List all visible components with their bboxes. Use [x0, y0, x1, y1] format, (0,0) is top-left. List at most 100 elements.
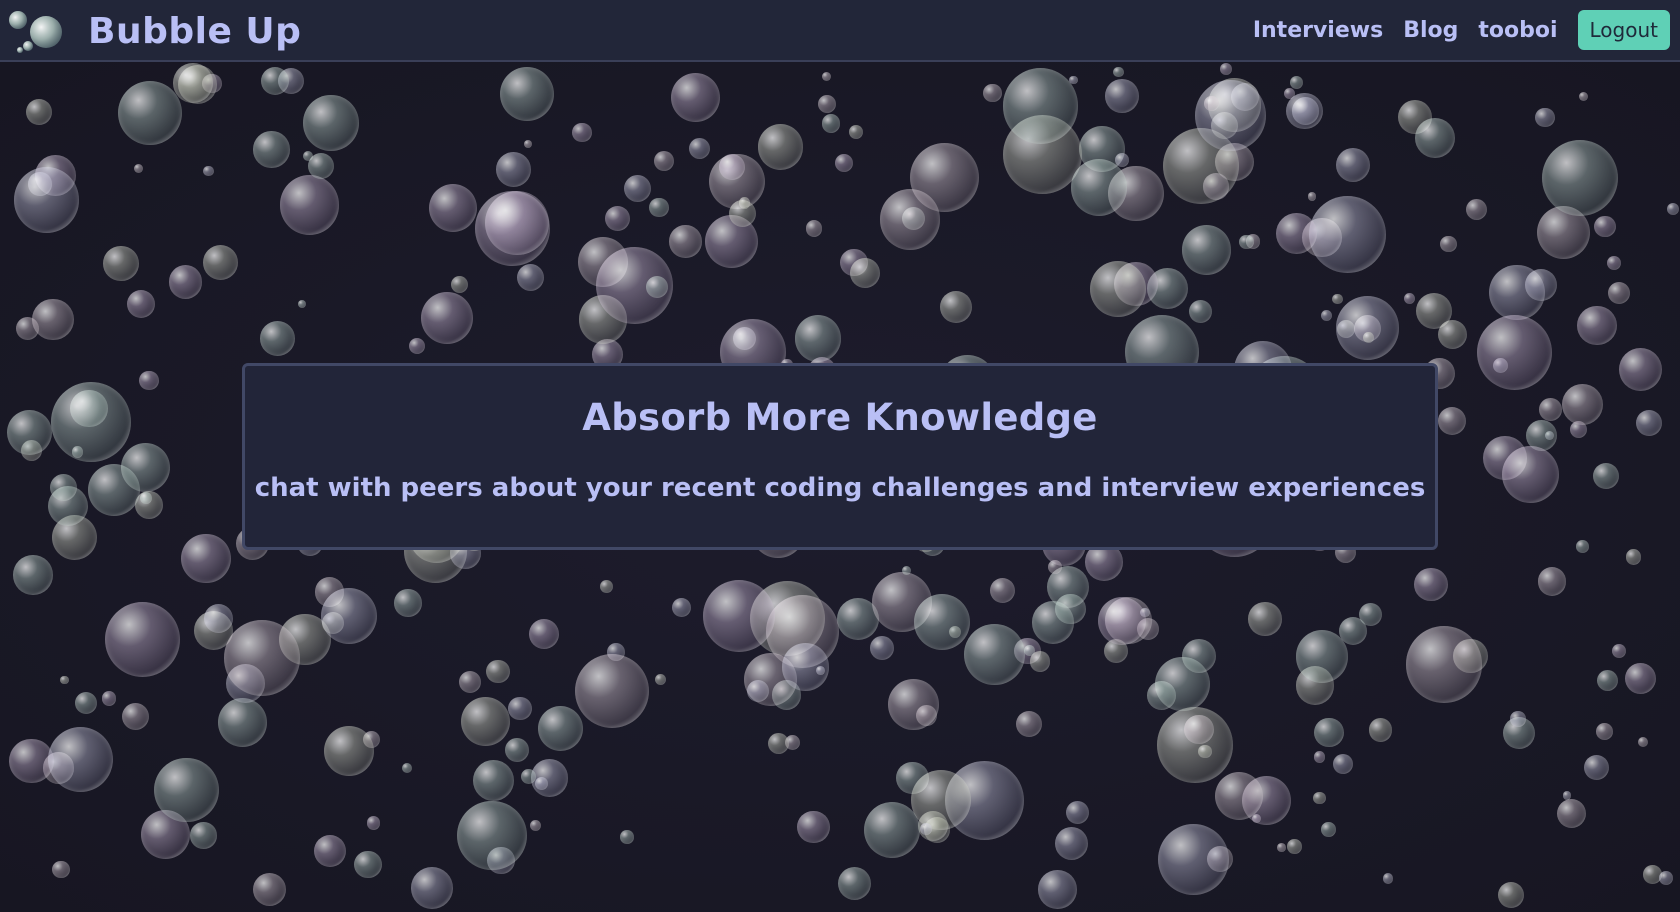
bubble [140, 491, 153, 504]
bubble [1248, 602, 1282, 636]
bubble [473, 759, 515, 802]
bubble [1332, 293, 1343, 304]
bubble [863, 801, 921, 859]
bubble [1321, 822, 1336, 837]
bubble [1636, 409, 1663, 436]
bubble [217, 698, 267, 748]
hero-section: Absorb More Knowledge chat with peers ab… [0, 62, 1680, 912]
bubble [324, 726, 374, 776]
bubble [421, 292, 473, 344]
bubble [486, 659, 511, 684]
bubble [126, 290, 155, 319]
bubble [181, 533, 231, 584]
bubble [1308, 195, 1387, 274]
bubble [1158, 824, 1230, 896]
bubble [990, 578, 1016, 604]
bubble [520, 768, 536, 784]
bubble [1313, 791, 1326, 805]
bubble [599, 579, 613, 593]
bubble [1097, 596, 1146, 646]
bubble [253, 131, 290, 168]
bubble [848, 125, 863, 140]
bubble [1537, 567, 1567, 596]
bubble [572, 122, 592, 143]
bubble [821, 71, 832, 82]
bubble [1477, 314, 1553, 391]
bubble [1368, 718, 1393, 742]
bubble [538, 705, 584, 751]
bubble [1198, 744, 1212, 759]
bubble [1002, 68, 1079, 144]
hero-title: Absorb More Knowledge [582, 396, 1098, 439]
nav-links: Interviews Blog tooboi Logout [1253, 10, 1670, 50]
nav-link-interviews[interactable]: Interviews [1253, 18, 1383, 43]
logout-button[interactable]: Logout [1577, 10, 1670, 50]
bubbles-logo-icon [9, 11, 62, 53]
bubble [74, 692, 97, 715]
bubble [495, 152, 531, 188]
bubble [411, 866, 453, 909]
bubble [1024, 645, 1035, 656]
bubble [47, 726, 113, 793]
bubble [1184, 715, 1214, 745]
bubble [458, 670, 482, 694]
bubble [1038, 870, 1077, 909]
bubble [1666, 202, 1679, 215]
bubble [1440, 235, 1457, 253]
bubble [1313, 717, 1344, 748]
bubble [1576, 540, 1589, 553]
bubble [25, 98, 53, 126]
bubble [1055, 827, 1088, 861]
nav-link-blog[interactable]: Blog [1403, 18, 1458, 43]
bubble [499, 66, 554, 121]
bubble [1286, 92, 1324, 130]
bubble [118, 81, 182, 146]
bubble [1332, 753, 1354, 775]
bubble [1510, 711, 1526, 727]
bubble [313, 834, 347, 868]
bubble [1069, 75, 1078, 84]
bubble [1618, 347, 1662, 392]
bubble [1405, 626, 1482, 703]
bubble [1070, 159, 1128, 216]
bubble [1276, 842, 1286, 852]
bubble [1290, 76, 1304, 90]
bubble [1214, 771, 1264, 820]
bubble [672, 597, 692, 618]
bubble [320, 587, 377, 644]
bubble [805, 220, 823, 237]
bubble [1251, 814, 1261, 824]
bubble [821, 114, 841, 133]
bubble [121, 442, 171, 492]
bubble [1404, 292, 1416, 304]
bubble [1584, 755, 1610, 781]
bubble [260, 321, 296, 356]
bubble [605, 206, 631, 232]
bubble [1498, 881, 1525, 908]
bubble [103, 246, 139, 282]
bubble [575, 653, 650, 728]
bubble [154, 757, 219, 823]
bubble [71, 446, 84, 458]
bubble [1031, 601, 1075, 644]
brand-link[interactable]: Bubble Up [6, 6, 301, 56]
bubble [173, 63, 213, 103]
bubble [366, 816, 380, 830]
bubble [1594, 215, 1617, 238]
bubble [534, 776, 548, 791]
bubble [101, 691, 116, 706]
bubble [1611, 644, 1626, 659]
bubble [1437, 319, 1468, 350]
bubble [528, 618, 560, 649]
brand-name: Bubble Up [88, 10, 302, 52]
bubble [654, 674, 666, 686]
bubble [429, 183, 478, 232]
bubble [461, 696, 511, 746]
nav-link-username[interactable]: tooboi [1478, 18, 1557, 43]
bubble [451, 276, 469, 294]
bubble [1524, 268, 1557, 301]
bubble [669, 225, 702, 258]
bubble [1016, 711, 1043, 738]
bubble [1188, 299, 1213, 323]
bubble [1625, 663, 1657, 695]
